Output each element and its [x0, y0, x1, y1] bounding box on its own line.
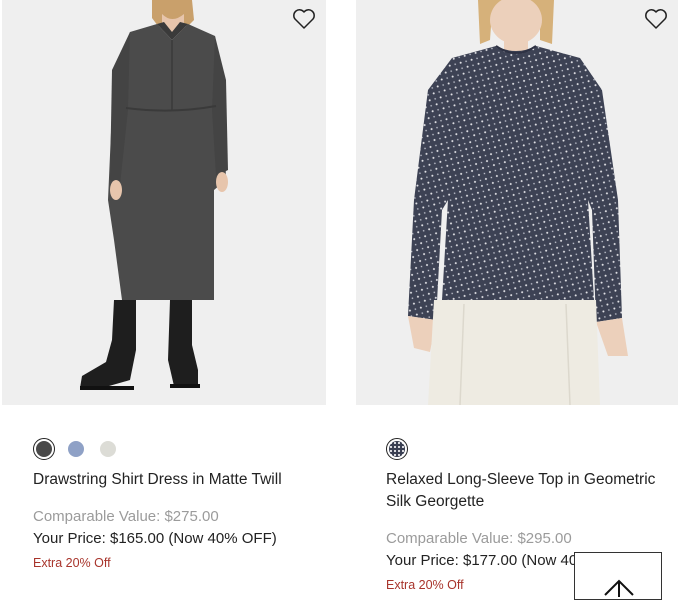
product-name[interactable]: Relaxed Long-Sleeve Top in Geometric Sil…	[386, 469, 656, 513]
product-image-top[interactable]	[356, 0, 678, 405]
comparable-value: Comparable Value: $295.00	[386, 530, 572, 547]
top-image	[408, 0, 628, 405]
arrow-up-icon	[604, 579, 634, 597]
swatch-blue[interactable]	[68, 441, 84, 457]
your-price: Your Price: $165.00 (Now 40% OFF)	[33, 530, 277, 547]
product-card-top[interactable]: Relaxed Long-Sleeve Top in Geometric Sil…	[356, 0, 678, 592]
wishlist-heart-icon[interactable]	[644, 8, 668, 30]
swatch-charcoal[interactable]	[33, 438, 55, 460]
product-card-dress[interactable]: Drawstring Shirt Dress in Matte Twill Co…	[2, 0, 326, 570]
extra-discount: Extra 20% Off	[386, 578, 464, 592]
product-name[interactable]: Drawstring Shirt Dress in Matte Twill	[33, 469, 323, 491]
swatch-ivory[interactable]	[100, 441, 116, 457]
comparable-value: Comparable Value: $275.00	[33, 508, 219, 525]
dress-image	[80, 0, 228, 390]
product-image-dress[interactable]	[2, 0, 326, 405]
extra-discount: Extra 20% Off	[33, 556, 111, 570]
swatch-navy-geometric[interactable]	[386, 438, 408, 460]
wishlist-heart-icon[interactable]	[292, 8, 316, 30]
